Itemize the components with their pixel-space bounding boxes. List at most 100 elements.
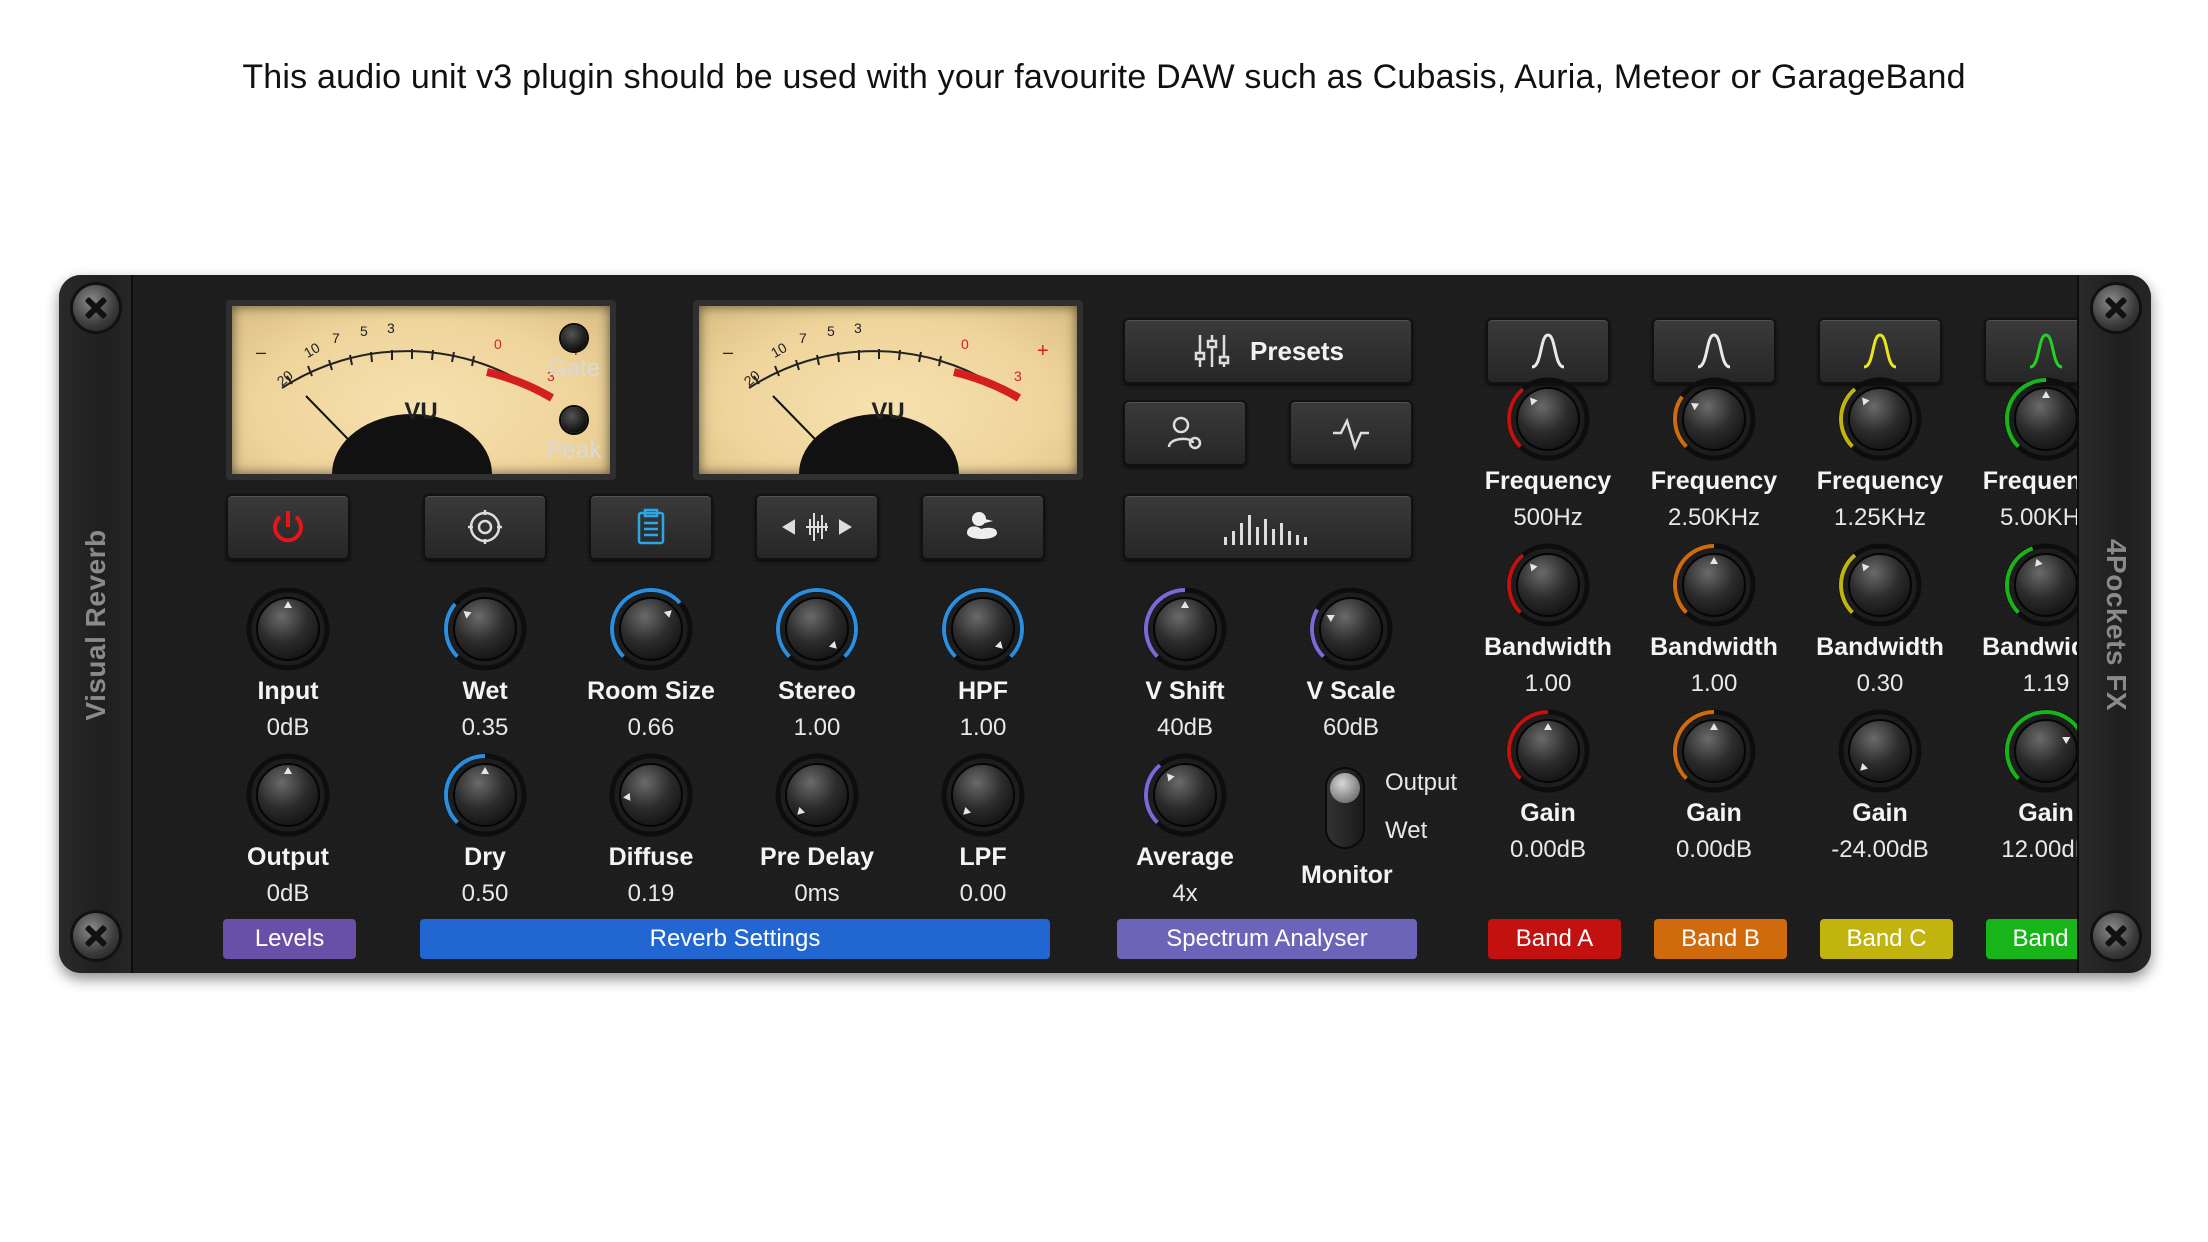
diffuse-knob-group: Diffuse 0.19 xyxy=(576,753,726,908)
section-tag-band-c-label: Band C xyxy=(1846,925,1927,952)
v-shift-value: 40dB xyxy=(1156,714,1214,741)
band-d-freq-knob[interactable] xyxy=(2004,377,2088,461)
rack-ear-right: 4Pockets FX xyxy=(2077,275,2151,973)
output-knob-group: Output 0dB xyxy=(213,753,363,908)
sliders-icon xyxy=(1192,331,1232,371)
band-c-gain-knob[interactable] xyxy=(1838,709,1922,793)
reverb-mode-button[interactable] xyxy=(423,494,547,560)
peak-led-icon xyxy=(561,407,587,433)
pre-delay-value: 0ms xyxy=(794,880,840,907)
wet-knob-group: Wet 0.35 xyxy=(410,587,560,742)
duck-icon xyxy=(963,507,1003,547)
band-a-type-button[interactable] xyxy=(1486,318,1610,384)
band-c-bw-knob[interactable] xyxy=(1838,543,1922,627)
vu-tick-plus3: 3 xyxy=(1014,368,1022,384)
peak-label: Peak xyxy=(546,437,602,464)
input-label: Input xyxy=(257,677,319,705)
dry-knob[interactable] xyxy=(443,753,527,837)
average-knob-group: Average 4x xyxy=(1110,753,1260,908)
lpf-label: LPF xyxy=(959,843,1007,871)
gate-led-icon xyxy=(561,325,587,351)
wet-knob[interactable] xyxy=(443,587,527,671)
lpf-knob-group: LPF 0.00 xyxy=(908,753,1058,908)
gear-cycle-icon xyxy=(465,507,505,547)
band-b-bw-label: Bandwidth xyxy=(1650,633,1778,661)
bell-curve-icon xyxy=(1860,331,1900,371)
band-c-bw-knob-group: Bandwidth 0.30 xyxy=(1805,543,1955,698)
vu-tick-0: 0 xyxy=(961,336,969,352)
wet-label: Wet xyxy=(462,677,508,705)
gate-indicator: Gate xyxy=(534,325,614,383)
section-tag-band-c: Band C xyxy=(1820,919,1953,959)
band-a-freq-value: 500Hz xyxy=(1513,504,1583,531)
compress-button[interactable] xyxy=(755,494,879,560)
band-c-type-button[interactable] xyxy=(1818,318,1942,384)
diffuse-knob[interactable] xyxy=(609,753,693,837)
band-a-bw-value: 1.00 xyxy=(1524,670,1572,697)
monitor-toggle[interactable] xyxy=(1325,767,1365,849)
clipboard-icon xyxy=(631,507,671,547)
dry-knob-group: Dry 0.50 xyxy=(410,753,560,908)
spectrum-bars-icon xyxy=(1220,509,1316,545)
peak-indicator: Peak xyxy=(534,407,614,465)
pre-delay-knob[interactable] xyxy=(775,753,859,837)
section-tag-spectrum: Spectrum Analyser xyxy=(1117,919,1417,959)
v-scale-knob[interactable] xyxy=(1309,587,1393,671)
pre-delay-label: Pre Delay xyxy=(760,843,874,871)
band-a-bw-knob[interactable] xyxy=(1506,543,1590,627)
bell-curve-icon xyxy=(2026,331,2066,371)
graph-button[interactable] xyxy=(1289,400,1413,466)
output-knob[interactable] xyxy=(246,753,330,837)
band-b-bw-knob[interactable] xyxy=(1672,543,1756,627)
v-scale-label: V Scale xyxy=(1306,677,1396,705)
room-size-knob-group: Room Size 0.66 xyxy=(576,587,726,742)
band-d-bw-knob[interactable] xyxy=(2004,543,2088,627)
v-shift-label: V Shift xyxy=(1145,677,1225,705)
band-c-freq-knob-group: Frequency 1.25KHz xyxy=(1805,377,1955,532)
vu-plus-sign: + xyxy=(1037,340,1049,362)
band-c-freq-knob[interactable] xyxy=(1838,377,1922,461)
stereo-label: Stereo xyxy=(778,677,856,705)
hpf-knob[interactable] xyxy=(941,587,1025,671)
average-value: 4x xyxy=(1172,880,1198,907)
vu-minus-sign: – xyxy=(256,342,267,362)
band-a-freq-knob[interactable] xyxy=(1506,377,1590,461)
band-b-freq-knob[interactable] xyxy=(1672,377,1756,461)
room-size-knob[interactable] xyxy=(609,587,693,671)
stereo-value: 1.00 xyxy=(793,714,841,741)
output-value: 0dB xyxy=(266,880,310,907)
dry-value: 0.50 xyxy=(461,880,509,907)
plugin-panel: – 20 10 7 5 3 0 3 + VU Gate Peak – 20 10… xyxy=(133,275,2119,973)
output-label: Output xyxy=(247,843,329,871)
band-b-gain-knob[interactable] xyxy=(1672,709,1756,793)
monitor-label: Monitor xyxy=(1301,861,1393,889)
band-b-bw-value: 1.00 xyxy=(1690,670,1738,697)
band-b-gain-value: 0.00dB xyxy=(1675,836,1753,863)
band-c-bw-label: Bandwidth xyxy=(1816,633,1944,661)
monitor-option-wet[interactable]: Wet xyxy=(1385,817,1427,845)
vu-tick-5: 5 xyxy=(360,323,368,339)
promo-headline: This audio unit v3 plugin should be used… xyxy=(242,58,1966,96)
power-button[interactable] xyxy=(226,494,350,560)
section-tag-reverb-label: Reverb Settings xyxy=(649,925,821,952)
input-knob[interactable] xyxy=(246,587,330,671)
band-d-gain-knob[interactable] xyxy=(2004,709,2088,793)
spectrum-view-button[interactable] xyxy=(1123,494,1413,560)
hpf-label: HPF xyxy=(958,677,1008,705)
average-knob[interactable] xyxy=(1143,753,1227,837)
monitor-option-output[interactable]: Output xyxy=(1385,769,1457,797)
presets-button[interactable]: Presets xyxy=(1123,318,1413,384)
duck-button[interactable] xyxy=(921,494,1045,560)
user-settings-button[interactable] xyxy=(1123,400,1247,466)
v-shift-knob[interactable] xyxy=(1143,587,1227,671)
section-tag-band-b-label: Band B xyxy=(1681,925,1760,952)
band-b-type-button[interactable] xyxy=(1652,318,1776,384)
section-tag-band-a-label: Band A xyxy=(1515,925,1594,952)
gate-label: Gate xyxy=(547,355,601,382)
vu-tick-7: 7 xyxy=(799,330,807,346)
band-c-gain-knob-group: Gain -24.00dB xyxy=(1805,709,1955,864)
copy-button[interactable] xyxy=(589,494,713,560)
stereo-knob[interactable] xyxy=(775,587,859,671)
lpf-knob[interactable] xyxy=(941,753,1025,837)
band-a-gain-knob[interactable] xyxy=(1506,709,1590,793)
